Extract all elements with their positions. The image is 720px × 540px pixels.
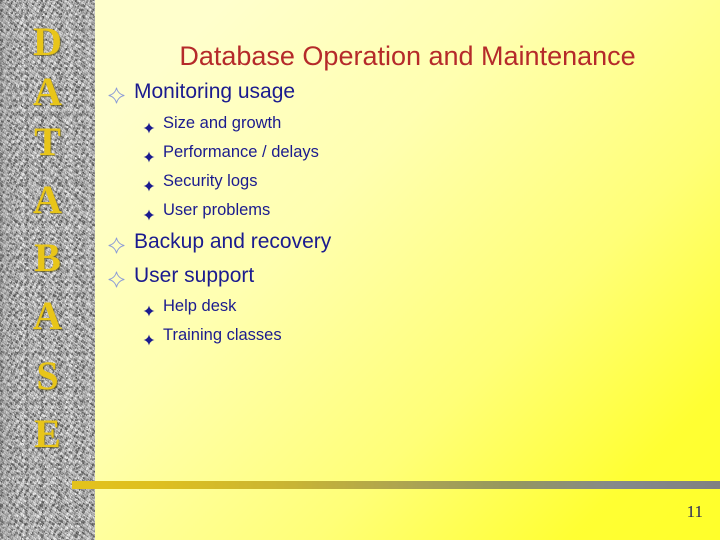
- subbullet-label: Security logs: [163, 172, 258, 190]
- slide-canvas: D A T A B A S E Database Operation and M…: [0, 0, 720, 540]
- subbullet-label: User problems: [163, 201, 271, 219]
- bullet-label: Monitoring usage: [134, 80, 296, 103]
- subbullet-label: Training classes: [163, 326, 282, 344]
- hollow-star-icon: [108, 84, 125, 103]
- sidebar-letter-1: D: [33, 19, 62, 64]
- sidebar-letter-6: A: [33, 293, 62, 338]
- hollow-star-icon: [108, 234, 125, 253]
- subbullet-label: Size and growth: [163, 114, 282, 132]
- sidebar-letter-5: B: [34, 235, 61, 280]
- sidebar-letter-4: A: [33, 177, 62, 222]
- subbullet-item-help-desk: Help desk: [143, 295, 236, 318]
- hollow-star-icon: [108, 268, 125, 287]
- subbullet-item-training-classes: Training classes: [143, 324, 282, 347]
- solid-star-icon: [143, 205, 155, 221]
- subbullet-item-user-problems: User problems: [143, 199, 270, 222]
- footer-divider-bar: [72, 481, 720, 489]
- sidebar-letter-3: T: [34, 119, 61, 164]
- sidebar-letter-8: E: [34, 411, 61, 456]
- subbullet-item-security-logs: Security logs: [143, 170, 257, 193]
- solid-star-icon: [143, 330, 155, 346]
- solid-star-icon: [143, 301, 155, 317]
- page-number: 11: [686, 502, 703, 521]
- bullet-label: Backup and recovery: [134, 230, 332, 253]
- bullet-label: User support: [134, 264, 255, 287]
- subbullet-item-size-and-growth: Size and growth: [143, 112, 281, 135]
- bullet-item-backup-and-recovery: Backup and recovery: [108, 228, 331, 256]
- bullet-item-user-support: User support: [108, 262, 254, 290]
- subbullet-label: Performance / delays: [163, 143, 319, 161]
- solid-star-icon: [143, 147, 155, 163]
- sidebar-letter-7: S: [36, 353, 59, 398]
- solid-star-icon: [143, 118, 155, 134]
- subbullet-label: Help desk: [163, 297, 237, 315]
- slide-title: Database Operation and Maintenance: [179, 41, 636, 71]
- sidebar-decoration: D A T A B A S E: [0, 0, 95, 540]
- subbullet-item-performance-delays: Performance / delays: [143, 141, 319, 164]
- solid-star-icon: [143, 176, 155, 192]
- sidebar-letter-2: A: [33, 69, 62, 114]
- bullet-item-monitoring-usage: Monitoring usage: [108, 78, 295, 106]
